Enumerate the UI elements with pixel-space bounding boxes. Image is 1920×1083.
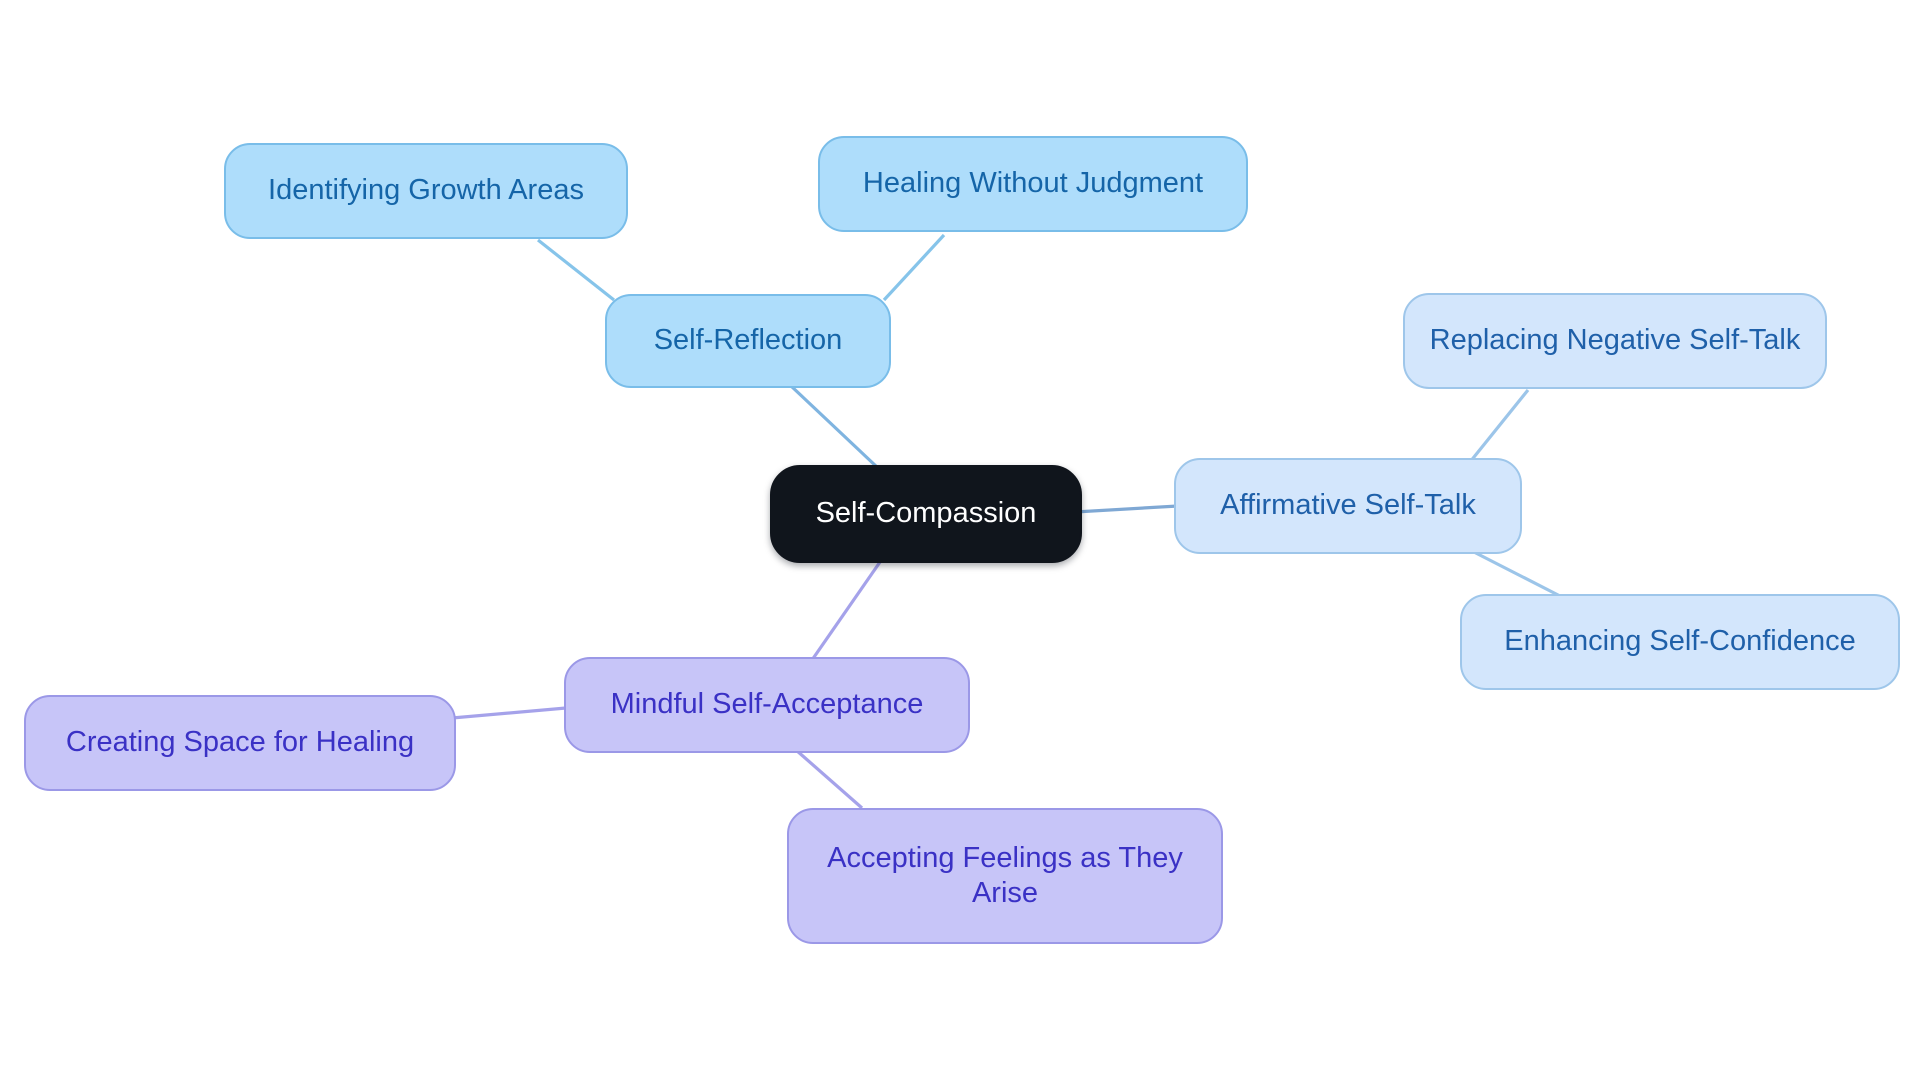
node-label: Accepting Feelings as They Arise bbox=[827, 841, 1183, 909]
edge-root-affirmative bbox=[1074, 504, 1179, 514]
mindmap-branch-node-self-reflection[interactable]: Self-Reflection bbox=[605, 294, 891, 388]
mindmap-branch-node-affirmative-self-talk[interactable]: Affirmative Self-Talk bbox=[1174, 458, 1522, 554]
node-label: Self-Compassion bbox=[815, 497, 1037, 530]
mindmap-leaf-node-replacing-negative-self-talk[interactable]: Replacing Negative Self-Talk bbox=[1403, 293, 1827, 389]
edge-self-reflection-growth bbox=[537, 238, 615, 302]
edge-self-reflection-healing bbox=[882, 233, 946, 302]
mindmap-branch-node-mindful-self-acceptance[interactable]: Mindful Self-Acceptance bbox=[564, 657, 970, 753]
node-label: Identifying Growth Areas bbox=[268, 174, 584, 207]
node-label: Replacing Negative Self-Talk bbox=[1429, 324, 1801, 357]
mindmap-leaf-node-enhancing-self-confidence[interactable]: Enhancing Self-Confidence bbox=[1460, 594, 1900, 690]
mindmap-canvas: Self-Compassion Self-Reflection Identify… bbox=[0, 0, 1920, 1083]
mindmap-leaf-node-accepting-feelings-as-they-arise[interactable]: Accepting Feelings as They Arise bbox=[787, 808, 1223, 944]
node-label: Enhancing Self-Confidence bbox=[1504, 625, 1856, 658]
mindmap-leaf-node-healing-without-judgment[interactable]: Healing Without Judgment bbox=[818, 136, 1248, 232]
edge-mindful-creating-space bbox=[451, 706, 567, 720]
edge-root-self-reflection bbox=[788, 383, 880, 470]
node-label: Self-Reflection bbox=[653, 324, 843, 357]
node-label: Healing Without Judgment bbox=[862, 167, 1204, 200]
node-label: Creating Space for Healing bbox=[65, 726, 415, 759]
edge-mindful-accepting-feelings bbox=[794, 748, 864, 810]
edge-affirmative-enhancing bbox=[1469, 548, 1561, 598]
edge-root-mindful bbox=[810, 561, 882, 661]
node-label: Mindful Self-Acceptance bbox=[610, 688, 924, 721]
node-label: Affirmative Self-Talk bbox=[1220, 489, 1476, 522]
mindmap-leaf-node-creating-space-for-healing[interactable]: Creating Space for Healing bbox=[24, 695, 456, 791]
mindmap-leaf-node-identifying-growth-areas[interactable]: Identifying Growth Areas bbox=[224, 143, 628, 239]
mindmap-root-node-self-compassion[interactable]: Self-Compassion bbox=[770, 465, 1082, 563]
edge-affirmative-replacing bbox=[1468, 388, 1530, 464]
